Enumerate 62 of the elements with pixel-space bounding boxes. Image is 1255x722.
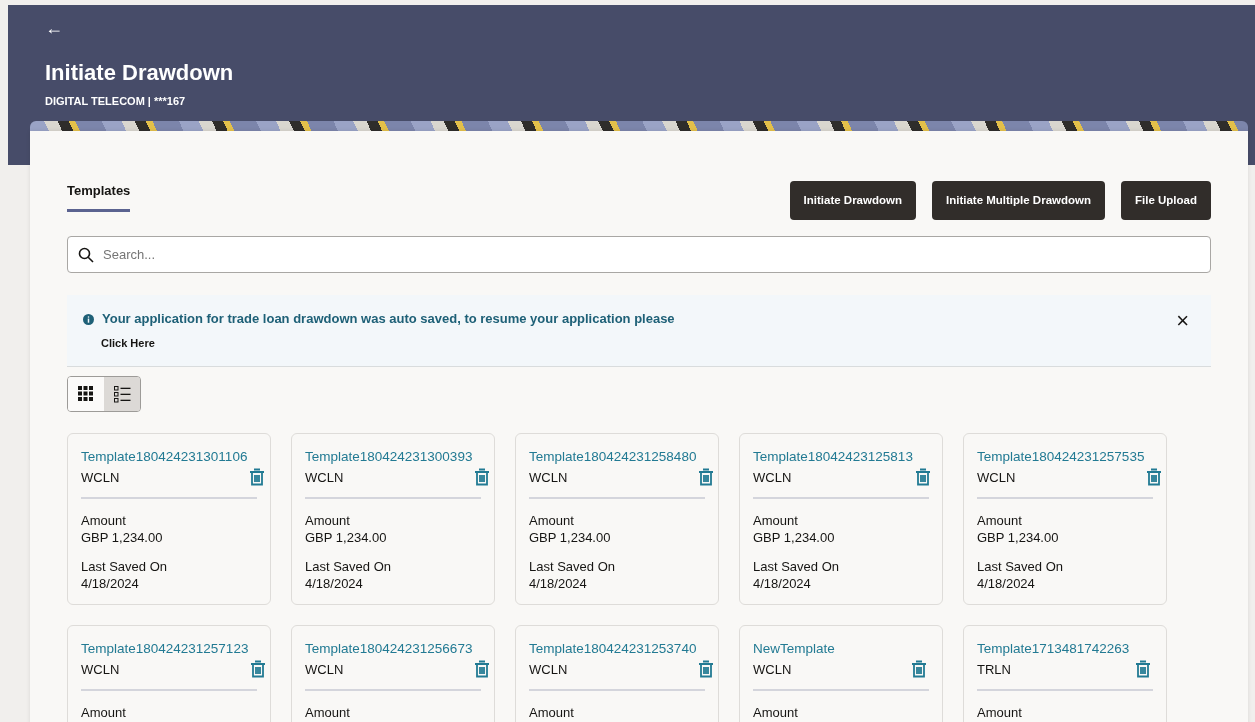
- product-code: WCLN: [529, 468, 569, 487]
- close-button[interactable]: ×: [1170, 309, 1195, 334]
- field-value: GBP 1,234.00: [977, 529, 1060, 547]
- field-label: Amount: [977, 705, 1023, 722]
- field-value: 4/18/2024: [977, 575, 1036, 593]
- product-code: WCLN: [529, 660, 569, 679]
- field-label: Amount: [305, 513, 351, 530]
- field-label: Amount: [977, 513, 1023, 530]
- field-label: Amount: [529, 705, 575, 722]
- tab[interactable]: Templates: [67, 181, 131, 212]
- template-name[interactable]: Template180424231257123: [81, 639, 249, 660]
- field-label: Amount: [753, 705, 799, 722]
- field-label: Last Saved On: [305, 558, 392, 576]
- product-code: WCLN: [305, 660, 345, 679]
- field-label: Last Saved On: [529, 558, 616, 576]
- list-view-button[interactable]: [104, 377, 140, 412]
- field-label: Amount: [753, 513, 799, 530]
- field-value: 4/18/2024: [81, 575, 140, 593]
- field-value: GBP 1,234.00: [305, 529, 388, 547]
- field-label: Amount: [81, 513, 127, 530]
- action-button[interactable]: Initiate Drawdown: [789, 181, 916, 221]
- template-name[interactable]: Template180424231258480: [529, 447, 697, 468]
- trash-icon[interactable]: [1133, 659, 1153, 679]
- template-name[interactable]: Template180424231300393: [305, 447, 473, 468]
- field-value: 4/18/2024: [529, 575, 588, 593]
- field-label: Last Saved On: [81, 558, 168, 576]
- template-name[interactable]: NewTemplate: [753, 639, 909, 660]
- template-name[interactable]: Template180424231253740: [529, 639, 697, 660]
- info-icon: [83, 313, 94, 325]
- product-code: WCLN: [305, 468, 345, 487]
- product-code: WCLN: [977, 468, 1017, 487]
- field-value: GBP 1,234.00: [81, 529, 164, 547]
- action-button[interactable]: File Upload: [1121, 181, 1211, 221]
- account-subtitle: DIGITAL TELECOM | ***167: [45, 93, 187, 109]
- template-name[interactable]: Template180424231301106: [81, 447, 248, 468]
- field-label: Amount: [81, 705, 127, 722]
- action-button[interactable]: Initiate Multiple Drawdown: [932, 181, 1105, 221]
- list-icon: [112, 385, 132, 404]
- click-here-link[interactable]: Click Here: [101, 334, 155, 352]
- field-label: Amount: [529, 513, 575, 530]
- field-value: GBP 1,234.00: [753, 529, 836, 547]
- template-name[interactable]: Template18042423125813: [753, 447, 913, 468]
- field-value: 4/18/2024: [753, 575, 812, 593]
- product-code: WCLN: [753, 468, 793, 487]
- notice-message: Your application for trade loan drawdown was auto saved, to resume your application please: [102, 310, 675, 329]
- trash-icon[interactable]: [909, 659, 929, 679]
- search-field[interactable]: Search...: [67, 236, 1211, 274]
- product-code: WCLN: [81, 660, 121, 679]
- grid-icon: [77, 385, 95, 404]
- field-value: GBP 1,234.00: [529, 529, 612, 547]
- template-name[interactable]: Template180424231257535: [977, 447, 1145, 468]
- back-button[interactable]: ←: [45, 19, 63, 37]
- product-code: WCLN: [753, 660, 793, 679]
- field-value: 4/18/2024: [305, 575, 364, 593]
- template-name[interactable]: Template1713481742263: [977, 639, 1133, 660]
- field-label: Last Saved On: [977, 558, 1064, 576]
- field-label: Last Saved On: [753, 558, 840, 576]
- template-name[interactable]: Template180424231256673: [305, 639, 473, 660]
- page-title: Initiate Drawdown: [45, 58, 235, 87]
- product-code: TRLN: [977, 660, 1012, 679]
- product-code: WCLN: [81, 468, 121, 487]
- field-label: Amount: [305, 705, 351, 722]
